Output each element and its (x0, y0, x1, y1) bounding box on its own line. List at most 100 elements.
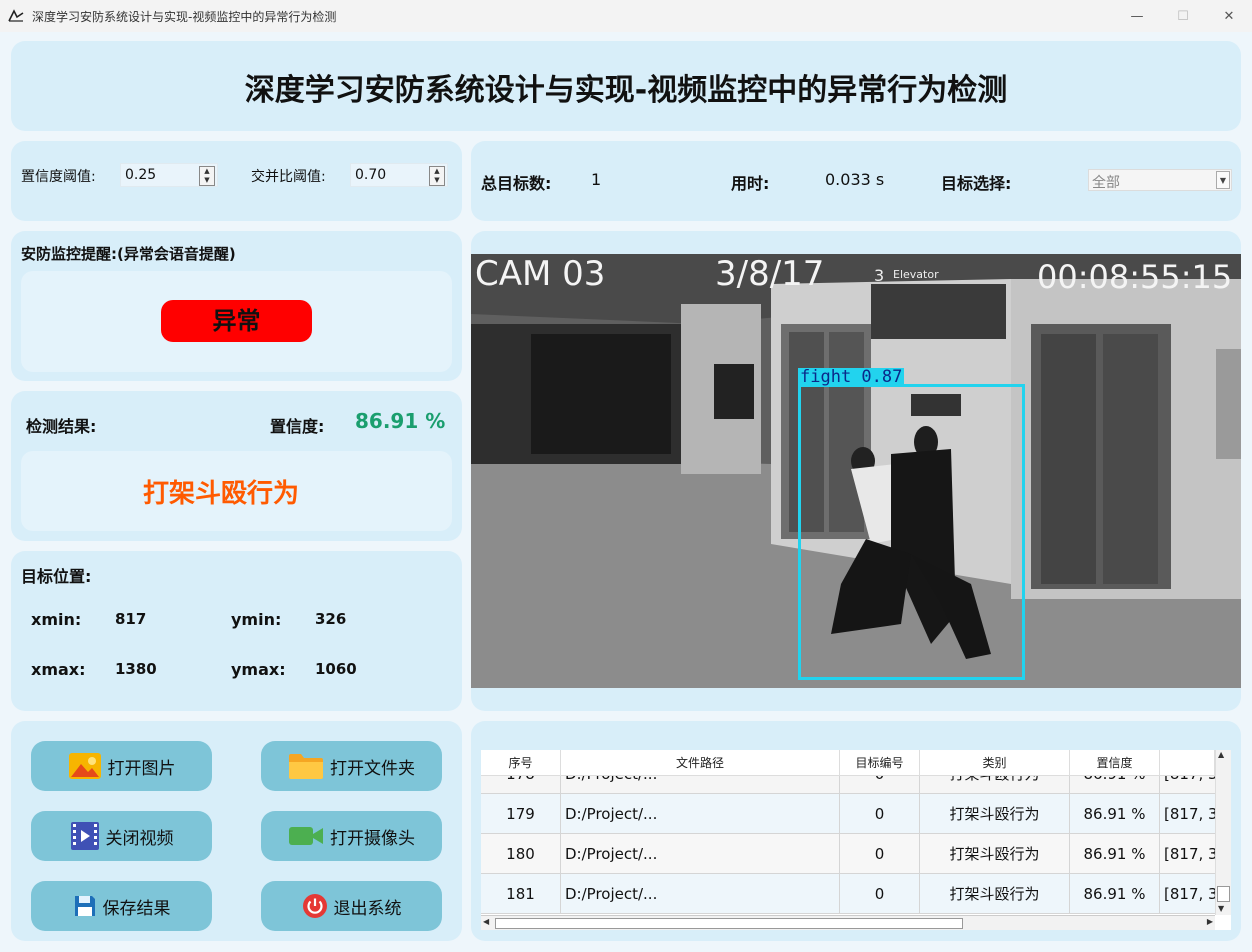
cell-confidence: 86.91 % (1070, 874, 1160, 913)
exit-label: 退出系统 (333, 898, 402, 919)
open-folder-label: 打开文件夹 (330, 758, 415, 779)
minimize-button[interactable]: — (1114, 0, 1160, 32)
cell-confidence: 86.91 % (1070, 834, 1160, 873)
ymin-label: ymin: (231, 610, 282, 629)
cell-path: D:/Project/... (561, 794, 840, 833)
cell-path: D:/Project/... (561, 834, 840, 873)
total-targets-label: 总目标数: (481, 174, 552, 193)
table-horizontal-scrollbar[interactable]: ◀ ▶ (481, 915, 1215, 930)
table-row[interactable]: 181 D:/Project/... 0 打架斗殴行为 86.91 % [817… (481, 874, 1215, 914)
spin-up-icon[interactable]: ▲ (200, 167, 214, 176)
stats-panel: 总目标数: 1 用时: 0.033 s 目标选择: 全部 ▼ (471, 141, 1241, 221)
open-folder-button[interactable]: 打开文件夹 (261, 741, 442, 791)
xmin-value: 817 (115, 610, 147, 628)
header-panel: 深度学习安防系统设计与实现-视频监控中的异常行为检测 (11, 41, 1241, 131)
cell-target-id: 0 (840, 794, 920, 833)
cell-class: 打架斗殴行为 (920, 794, 1070, 833)
col-header-confidence[interactable]: 置信度 (1070, 750, 1160, 775)
target-select-value: 全部 (1092, 175, 1120, 191)
scroll-thumb[interactable] (495, 918, 963, 929)
scroll-thumb[interactable] (1217, 886, 1230, 902)
cell-index: 180 (481, 834, 561, 873)
conf-spin-arrows[interactable]: ▲ ▼ (199, 166, 215, 186)
close-video-button[interactable]: 关闭视频 (31, 811, 212, 861)
maximize-button[interactable]: ☐ (1160, 0, 1206, 32)
close-button[interactable]: ✕ (1206, 0, 1252, 32)
col-header-index[interactable]: 序号 (481, 750, 561, 775)
col-header-path[interactable]: 文件路径 (561, 750, 840, 775)
table-row[interactable]: 179 D:/Project/... 0 打架斗殴行为 86.91 % [817… (481, 794, 1215, 834)
ymax-label: ymax: (231, 660, 286, 679)
scroll-right-icon[interactable]: ▶ (1207, 917, 1213, 926)
chevron-down-icon[interactable]: ▼ (1216, 171, 1230, 189)
iou-threshold-value: 0.70 (355, 167, 387, 183)
cell-index: 179 (481, 794, 561, 833)
col-header-target-id[interactable]: 目标编号 (840, 750, 920, 775)
iou-threshold-spinbox[interactable]: 0.70 ▲ ▼ (350, 163, 448, 187)
detection-box (798, 384, 1025, 680)
cell-position: [817, 326 (1164, 885, 1215, 903)
col-header-class[interactable]: 类别 (920, 750, 1070, 775)
scroll-up-icon[interactable]: ▲ (1218, 750, 1224, 759)
close-video-label: 关闭视频 (105, 828, 174, 849)
result-label: 检测结果: (26, 417, 97, 436)
save-result-button[interactable]: 保存结果 (31, 881, 212, 931)
cam-date-text: 3/8/17 (715, 254, 825, 294)
result-panel: 检测结果: 置信度: 86.91 % 打架斗殴行为 (11, 391, 462, 541)
detection-label: fight 0.87 (798, 367, 905, 387)
params-panel: 置信度阈值: 0.25 ▲ ▼ 交并比阈值: 0.70 ▲ ▼ (11, 141, 462, 221)
page-title: 深度学习安防系统设计与实现-视频监控中的异常行为检测 (244, 73, 1008, 108)
cell-index: 181 (481, 874, 561, 913)
image-icon (68, 753, 101, 779)
cell-position: [817, 326 (1164, 845, 1215, 863)
spin-up-icon[interactable]: ▲ (430, 167, 444, 176)
result-inner: 打架斗殴行为 (21, 451, 452, 531)
conf-threshold-spinbox[interactable]: 0.25 ▲ ▼ (120, 163, 218, 187)
cell-class: 打架斗殴行为 (920, 834, 1070, 873)
exit-button[interactable]: 退出系统 (261, 881, 442, 931)
spin-down-icon[interactable]: ▼ (200, 176, 214, 185)
total-targets-value: 1 (591, 170, 602, 189)
result-conf-value: 86.91 % (355, 409, 446, 433)
alert-title: 安防监控提醒:(异常会语音提醒) (21, 245, 236, 263)
iou-threshold-label: 交并比阈值: (251, 169, 326, 185)
cell-confidence: 86.91 % (1070, 794, 1160, 833)
cell-class: 打架斗殴行为 (920, 874, 1070, 913)
elapsed-time-value: 0.033 s (825, 170, 885, 189)
open-image-button[interactable]: 打开图片 (31, 741, 212, 791)
position-panel: 目标位置: xmin: 817 ymin: 326 xmax: 1380 yma… (11, 551, 462, 711)
col-header-position[interactable]: 位置 (1160, 750, 1215, 775)
results-table[interactable]: 178 D:/Project/... 0 打架斗殴行为 86.91 % [817… (481, 750, 1231, 930)
video-film-icon (70, 822, 99, 850)
target-select-label: 目标选择: (941, 174, 1012, 193)
power-icon (302, 894, 327, 918)
scroll-down-icon[interactable]: ▼ (1218, 904, 1224, 913)
elevator-sign-text: Elevator (893, 268, 939, 281)
iou-spin-arrows[interactable]: ▲ ▼ (429, 166, 445, 186)
table-vertical-scrollbar[interactable]: ▲ ▼ (1215, 750, 1231, 915)
position-title: 目标位置: (21, 567, 92, 586)
cam-timestamp-text: 00:08:55:15 (1037, 258, 1233, 296)
scroll-left-icon[interactable]: ◀ (483, 917, 489, 926)
window-title: 深度学习安防系统设计与实现-视频监控中的异常行为检测 (32, 9, 337, 24)
video-frame: CAM 03 3/8/17 00:08:55:15 3 Elevator fig… (471, 254, 1241, 688)
cell-path: D:/Project/... (561, 874, 840, 913)
xmin-label: xmin: (31, 610, 82, 629)
table-row[interactable]: 180 D:/Project/... 0 打架斗殴行为 86.91 % [817… (481, 834, 1215, 874)
cell-position: [817, 326 (1164, 805, 1215, 823)
alert-status-badge: 异常 (161, 300, 312, 342)
camera-icon (289, 827, 323, 845)
open-camera-button[interactable]: 打开摄像头 (261, 811, 442, 861)
open-image-label: 打开图片 (107, 758, 176, 779)
ymin-value: 326 (315, 610, 347, 628)
spin-down-icon[interactable]: ▼ (430, 176, 444, 185)
conf-threshold-value: 0.25 (125, 167, 157, 183)
result-class-text: 打架斗殴行为 (143, 479, 300, 509)
result-conf-label: 置信度: (270, 417, 325, 436)
ymax-value: 1060 (315, 660, 357, 678)
folder-icon (289, 754, 323, 779)
app-logo-icon (8, 9, 24, 22)
save-disk-icon (74, 896, 95, 916)
target-select-dropdown[interactable]: 全部 ▼ (1088, 169, 1232, 191)
window-titlebar: 深度学习安防系统设计与实现-视频监控中的异常行为检测 — ☐ ✕ (0, 0, 1252, 32)
